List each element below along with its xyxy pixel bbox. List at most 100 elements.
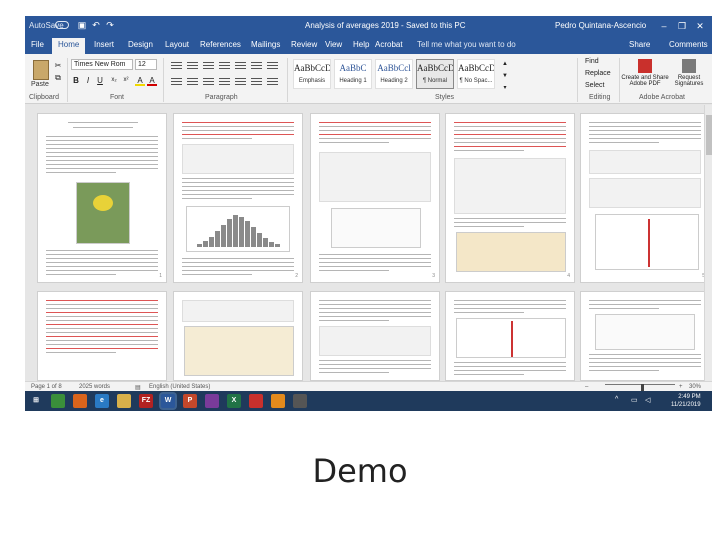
show-marks-icon[interactable]: [267, 60, 278, 69]
tab-layout[interactable]: Layout: [165, 40, 189, 49]
increase-indent-icon[interactable]: [235, 60, 246, 69]
create-share-pdf-button[interactable]: Create and Share Adobe PDF: [621, 59, 669, 93]
page-thumbnail[interactable]: [37, 291, 167, 381]
scrollbar-thumb[interactable]: [706, 115, 712, 155]
superscript-button[interactable]: x²: [121, 75, 131, 86]
page-count[interactable]: Page 1 of 8: [31, 384, 62, 390]
user-name[interactable]: Pedro Quintana-Ascencio: [555, 21, 646, 30]
vlc-icon[interactable]: [271, 394, 285, 408]
chrome-icon[interactable]: [51, 394, 65, 408]
styles-more-icon[interactable]: ▾: [500, 83, 510, 94]
excel-icon[interactable]: X: [227, 394, 241, 408]
notification-arrow-icon[interactable]: ^: [615, 396, 618, 403]
tab-design[interactable]: Design: [128, 40, 153, 49]
align-center-icon[interactable]: [187, 76, 198, 85]
page-thumbnail[interactable]: 3: [310, 113, 440, 283]
restore-icon[interactable]: ❐: [675, 19, 689, 33]
proofing-icon[interactable]: ▤: [135, 384, 141, 391]
bold-button[interactable]: B: [71, 75, 81, 86]
font-name-select[interactable]: Times New Rom: [71, 59, 133, 70]
tab-mailings[interactable]: Mailings: [251, 40, 280, 49]
underline-button[interactable]: U: [95, 75, 105, 86]
align-right-icon[interactable]: [203, 76, 214, 85]
save-icon[interactable]: ▣: [77, 20, 87, 30]
comments-button[interactable]: Comments: [665, 38, 712, 52]
justify-icon[interactable]: [219, 76, 230, 85]
zoom-in-icon[interactable]: +: [679, 384, 683, 390]
tab-file[interactable]: File: [31, 40, 44, 49]
autosave-toggle[interactable]: [55, 21, 69, 29]
system-clock[interactable]: 2:49 PM 11/21/2019: [671, 393, 701, 409]
cut-icon[interactable]: ✂: [53, 60, 63, 71]
tab-home[interactable]: Home: [52, 38, 86, 54]
style-emphasis[interactable]: AaBbCcDc Emphasis: [293, 59, 331, 89]
tab-acrobat[interactable]: Acrobat: [375, 40, 403, 49]
minimize-icon[interactable]: –: [657, 19, 671, 33]
tab-references[interactable]: References: [200, 40, 241, 49]
shading-icon[interactable]: [251, 76, 262, 85]
highlight-button[interactable]: A: [135, 75, 145, 86]
font-size-select[interactable]: 12: [135, 59, 157, 70]
sort-icon[interactable]: [251, 60, 262, 69]
folder-icon[interactable]: [117, 394, 131, 408]
acrobat-icon[interactable]: [249, 394, 263, 408]
bullets-icon[interactable]: [171, 60, 182, 69]
style-normal[interactable]: AaBbCcDc ¶ Normal: [416, 59, 454, 89]
line-spacing-icon[interactable]: [235, 76, 246, 85]
word-icon[interactable]: W: [161, 394, 175, 408]
tab-view[interactable]: View: [325, 40, 342, 49]
replace-button[interactable]: Replace: [585, 70, 611, 77]
camera-icon[interactable]: [293, 394, 307, 408]
undo-icon[interactable]: ↶: [91, 20, 101, 30]
zoom-slider-handle[interactable]: [641, 384, 644, 391]
page-thumbnail[interactable]: [310, 291, 440, 381]
style-heading-2[interactable]: AaBbCcl Heading 2: [375, 59, 413, 89]
copy-icon[interactable]: ⧉: [53, 72, 63, 83]
document-area[interactable]: 1 2 3 4 5: [25, 105, 712, 381]
share-button[interactable]: Share: [625, 38, 654, 52]
tab-review[interactable]: Review: [291, 40, 317, 49]
start-icon[interactable]: ⊞: [29, 394, 43, 408]
vertical-scrollbar[interactable]: [704, 105, 712, 381]
network-icon[interactable]: ▭: [631, 396, 638, 404]
page-thumbnail[interactable]: 2: [173, 113, 303, 283]
page-thumbnail[interactable]: 1: [37, 113, 167, 283]
zoom-slider[interactable]: [605, 384, 675, 385]
borders-icon[interactable]: [267, 76, 278, 85]
firefox-icon[interactable]: [73, 394, 87, 408]
paste-icon[interactable]: [33, 60, 49, 80]
multilevel-list-icon[interactable]: [203, 60, 214, 69]
styles-scroll-down-icon[interactable]: ▼: [500, 71, 510, 82]
tell-me-search[interactable]: Tell me what you want to do: [417, 40, 516, 49]
zoom-out-icon[interactable]: –: [585, 384, 588, 390]
page-thumbnail[interactable]: [173, 291, 303, 381]
word-count[interactable]: 2025 words: [79, 384, 110, 390]
select-button[interactable]: Select: [585, 82, 604, 89]
decrease-indent-icon[interactable]: [219, 60, 230, 69]
powerpoint-icon[interactable]: P: [183, 394, 197, 408]
zoom-level[interactable]: 30%: [689, 384, 701, 390]
italic-button[interactable]: I: [83, 75, 93, 86]
language-status[interactable]: English (United States): [149, 384, 210, 390]
subscript-button[interactable]: x₂: [109, 75, 119, 86]
page-thumbnail[interactable]: [445, 291, 575, 381]
ie-icon[interactable]: e: [95, 394, 109, 408]
page-thumbnail[interactable]: 4: [445, 113, 575, 283]
tab-help[interactable]: Help: [353, 40, 369, 49]
font-color-button[interactable]: A: [147, 75, 157, 86]
styles-scroll-up-icon[interactable]: ▲: [500, 59, 510, 70]
style-heading-1[interactable]: AaBbC Heading 1: [334, 59, 372, 89]
find-button[interactable]: Find: [585, 58, 599, 65]
align-left-icon[interactable]: [171, 76, 182, 85]
volume-icon[interactable]: ◁: [645, 396, 650, 404]
onenote-icon[interactable]: [205, 394, 219, 408]
request-signatures-button[interactable]: Request Signatures: [665, 59, 712, 93]
page-thumbnail[interactable]: 5: [580, 113, 710, 283]
filezilla-icon[interactable]: FZ: [139, 394, 153, 408]
close-icon[interactable]: ✕: [693, 19, 707, 33]
style-no-spac[interactable]: AaBbCcDc ¶ No Spac...: [457, 59, 495, 89]
page-thumbnail[interactable]: [580, 291, 710, 381]
paste-button[interactable]: Paste: [31, 81, 49, 88]
tab-insert[interactable]: Insert: [94, 40, 114, 49]
redo-icon[interactable]: ↷: [105, 20, 115, 30]
